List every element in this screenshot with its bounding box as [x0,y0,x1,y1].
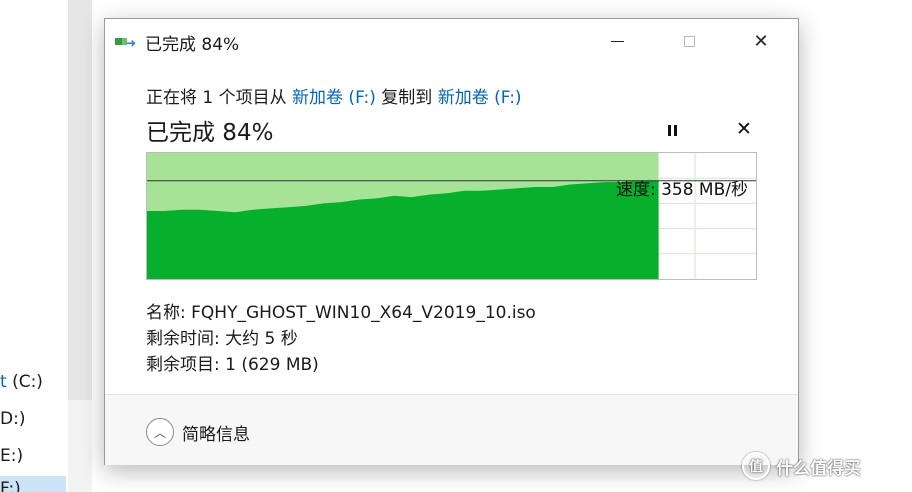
close-button[interactable]: ✕ [729,19,793,63]
items-remaining: 剩余项目: 1 (629 MB) [146,355,319,375]
pause-button[interactable] [661,120,683,140]
source-link[interactable]: 新加卷 (F:) [292,88,376,108]
nav-scrollbar[interactable] [68,0,92,400]
minimize-button[interactable] [585,19,649,63]
time-remaining: 剩余时间: 大约 5 秒 [146,329,298,349]
copy-status-line: 正在将 1 个项目从 新加卷 (F:) 复制到 新加卷 (F:) [146,88,522,108]
progress-heading: 已完成 84% [146,120,274,146]
copy-progress-dialog: ➜ 已完成 84% ✕ 正在将 1 个项目从 新加卷 (F:) 复制到 新加卷 … [104,18,799,465]
title-bar[interactable]: ➜ 已完成 84% ✕ [105,19,798,63]
chevron-up-icon: ︿ [146,418,174,446]
minimize-icon [610,40,624,42]
file-copy-icon: ➜ [115,36,137,50]
dialog-footer: ︿ 简略信息 [105,395,798,465]
nav-divider [68,400,92,492]
nav-item-drive-f[interactable]: F:) [0,476,66,492]
speed-graph-plot [147,153,756,279]
watermark-logo-icon: 值 [742,452,770,480]
site-watermark: 值 什么值得买 [742,452,861,480]
speed-graph: 速度: 358 MB/秒 [146,152,757,280]
watermark-text: 什么值得买 [776,458,861,479]
nav-item-drive-e[interactable]: E:) [0,443,23,469]
speed-label: 速度: 358 MB/秒 [615,180,748,200]
nav-item-drive-d[interactable]: D:) [0,406,25,432]
window-title: 已完成 84% [145,35,240,55]
file-name: 名称: FQHY_GHOST_WIN10_X64_V2019_10.iso [146,303,536,323]
cancel-button[interactable]: ✕ [733,118,755,140]
maximize-button [657,19,721,63]
navigation-pane: t (C:) D:) E:) F:) [0,0,68,492]
destination-link[interactable]: 新加卷 (F:) [438,88,522,108]
close-icon: ✕ [753,30,769,52]
nav-item-drive-c[interactable]: t (C:) [0,369,43,395]
fewer-details-label: 简略信息 [182,424,250,445]
fewer-details-button[interactable]: ︿ 简略信息 [146,418,250,446]
maximize-icon [683,35,695,47]
